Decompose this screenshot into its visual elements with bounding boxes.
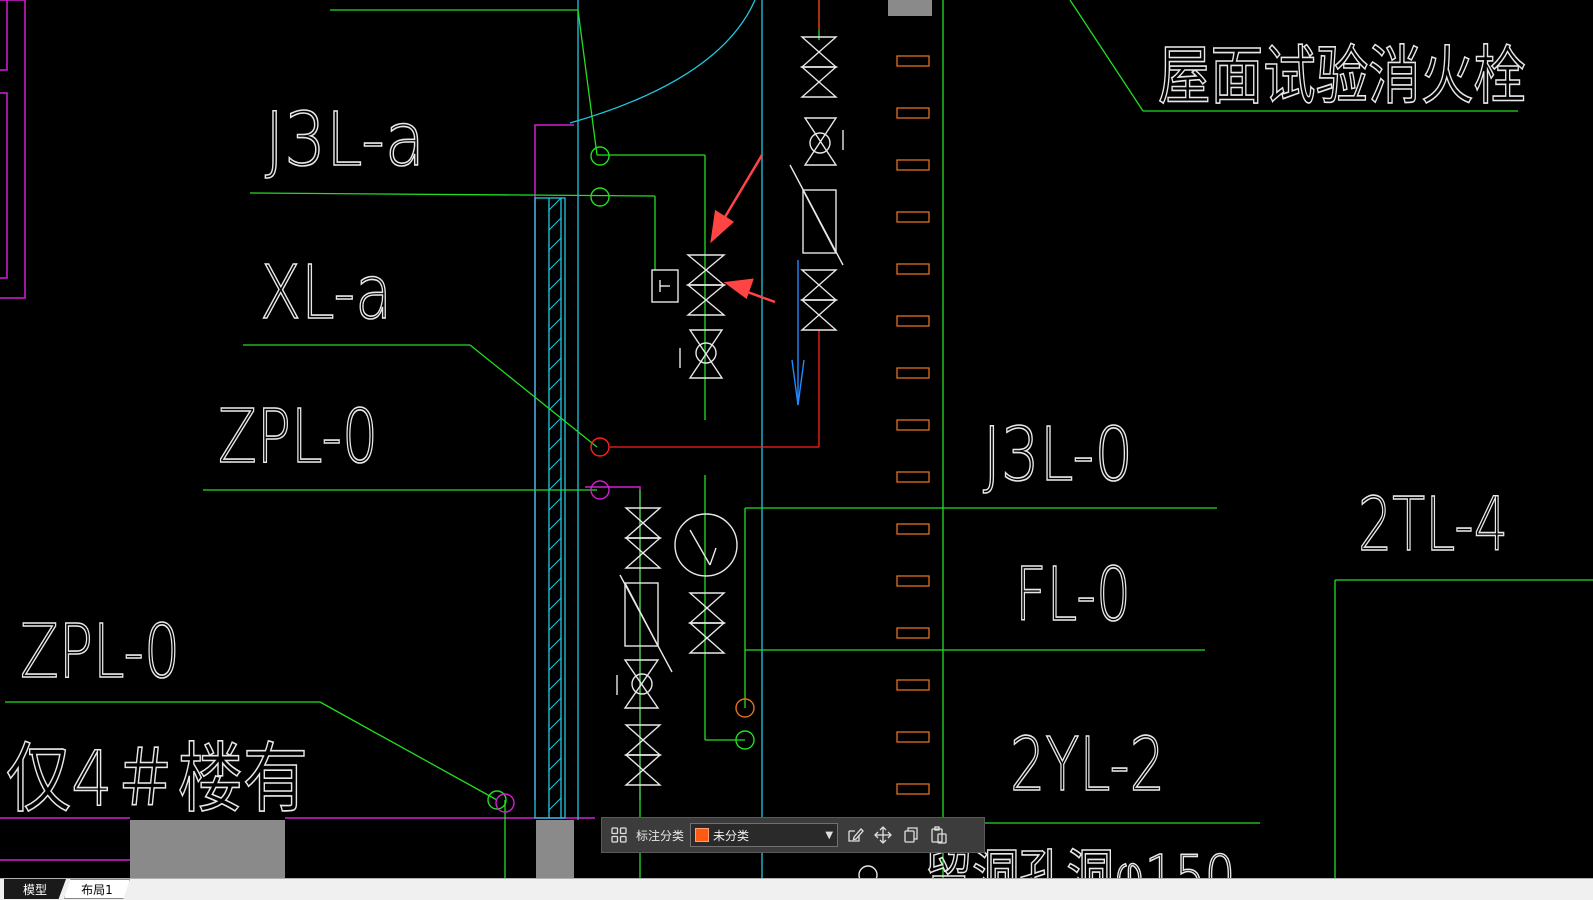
label-zpl-0-upper: ZPL-0 bbox=[218, 394, 378, 480]
label-roof-test-hydrant: 屋面试验消火栓 bbox=[1158, 40, 1526, 114]
label-2yl-2: 2YL-2 bbox=[1010, 722, 1165, 808]
copy-icon[interactable] bbox=[900, 824, 922, 846]
tab-layout1[interactable]: 布局1 bbox=[64, 879, 130, 899]
cyan-shaft bbox=[534, 0, 763, 878]
selected-category: 未分类 bbox=[713, 828, 750, 843]
cad-canvas[interactable]: J3L-a XL-a ZPL-0 ZPL-0 屋面试验消火栓 J3L-0 FL-… bbox=[0, 0, 1593, 878]
tab-model[interactable]: 模型 bbox=[4, 879, 66, 899]
grid-icon[interactable] bbox=[608, 824, 630, 846]
orange-markers bbox=[896, 55, 930, 795]
label-xl-a: XL-a bbox=[260, 250, 392, 336]
blue-flow-arrow bbox=[791, 260, 805, 406]
category-color-swatch bbox=[695, 828, 710, 842]
move-icon[interactable] bbox=[872, 824, 894, 846]
label-j3l-a: J3L-a bbox=[265, 97, 425, 183]
label-fl-0: FL-0 bbox=[1015, 552, 1131, 638]
hatch bbox=[548, 197, 562, 811]
label-zpl-0-lower: ZPL-0 bbox=[20, 609, 180, 695]
chevron-down-icon: ▼ bbox=[825, 829, 834, 841]
annotation-toolbar: 标注分类 未分类 ▼ bbox=[601, 817, 985, 853]
edit-icon[interactable] bbox=[844, 824, 866, 846]
label-j3l-0: J3L-0 bbox=[983, 412, 1133, 498]
layout-tab-bar: 模型 布局1 bbox=[0, 878, 1593, 900]
red-annotation-arrows bbox=[710, 154, 776, 304]
riser-circles bbox=[487, 146, 878, 878]
valve-symbols bbox=[616, 36, 844, 786]
label-2tl-4: 2TL-4 bbox=[1358, 482, 1508, 568]
paste-icon[interactable] bbox=[928, 824, 950, 846]
category-label: 标注分类 bbox=[636, 828, 685, 843]
category-select[interactable]: 未分类 ▼ bbox=[690, 823, 839, 847]
label-only-building-4: 仅4＃楼有 bbox=[6, 734, 308, 823]
